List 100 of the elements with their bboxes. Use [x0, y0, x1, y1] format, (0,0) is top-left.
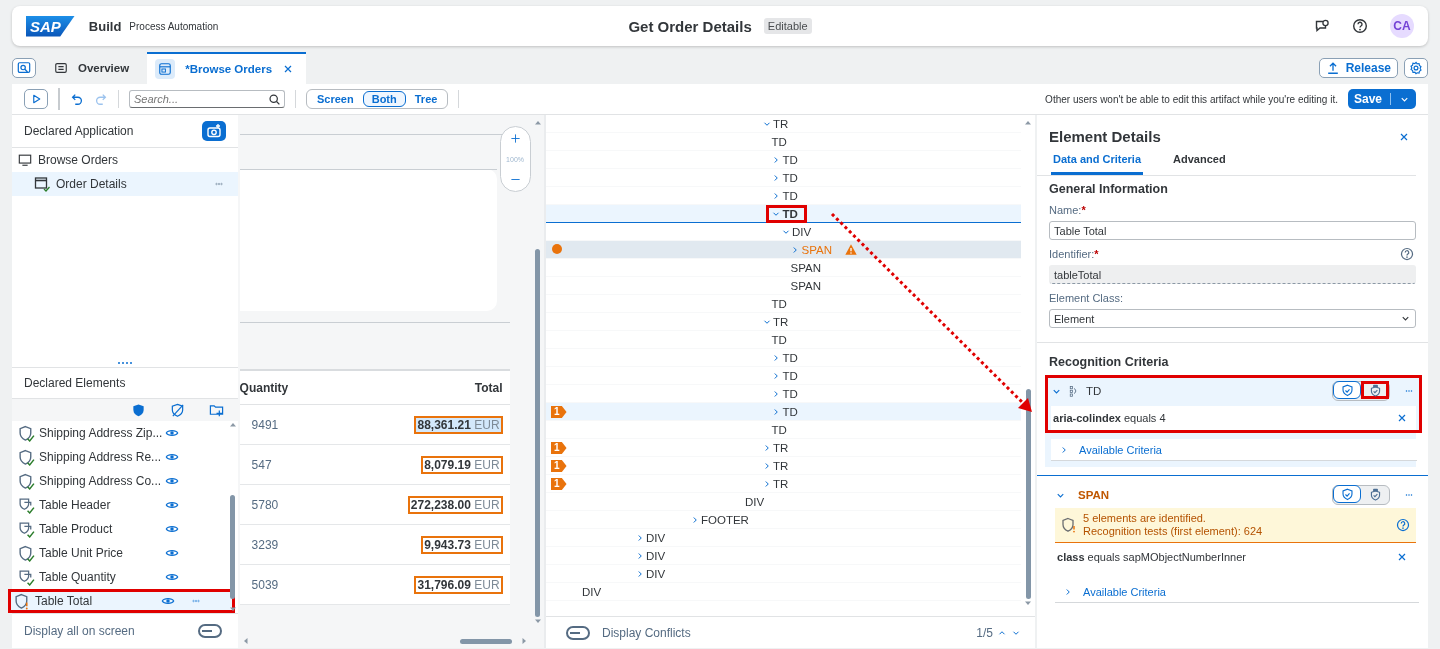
toggle-switch[interactable] — [565, 625, 590, 640]
remove-icon[interactable] — [1396, 551, 1408, 563]
tree-row[interactable]: 1 TD — [545, 403, 1021, 421]
tab[interactable]: *Browse Orders — [147, 52, 307, 84]
scrollbar-thumb[interactable] — [1025, 389, 1031, 599]
help-icon[interactable] — [1352, 18, 1368, 34]
badge-check-icon — [1368, 383, 1382, 397]
view-option[interactable]: Tree — [405, 91, 447, 107]
tree-node[interactable]: TR — [772, 315, 789, 328]
logo[interactable]: SAP — [26, 15, 75, 37]
list-item[interactable]: Table Product — [12, 517, 228, 541]
capture-button[interactable] — [201, 121, 226, 141]
mode-button[interactable] — [1333, 485, 1361, 503]
folder-plus-icon[interactable] — [208, 402, 224, 418]
search-field[interactable]: Search... — [129, 90, 285, 108]
tree-node[interactable]: TR — [772, 477, 789, 490]
inspect-button[interactable] — [12, 58, 36, 78]
scrollbar-thumb[interactable] — [535, 249, 541, 617]
tree-node[interactable]: DIV — [581, 585, 602, 598]
mode-button[interactable] — [1361, 381, 1389, 399]
tree-node[interactable]: DIV — [645, 567, 666, 580]
tree-node[interactable]: DIV — [791, 225, 812, 238]
more-icon[interactable] — [189, 597, 203, 605]
mode-button[interactable] — [1333, 381, 1361, 399]
search-icon — [268, 93, 281, 106]
tree-node[interactable]: TD — [782, 387, 798, 400]
redo-icon[interactable] — [94, 92, 108, 106]
help-icon[interactable] — [1400, 247, 1414, 261]
tree-node[interactable]: TD — [782, 369, 798, 382]
scrollbar-thumb[interactable] — [230, 495, 236, 599]
tree-node[interactable]: DIV — [744, 495, 765, 508]
shield-slash-icon[interactable] — [169, 402, 185, 418]
list-item[interactable]: Shipping Address Re... — [12, 445, 228, 469]
tree-node[interactable]: FOOTER — [700, 513, 749, 526]
tree-item[interactable]: Order Details — [12, 172, 238, 196]
camera-icon — [205, 123, 222, 139]
zoom-in-icon[interactable] — [509, 133, 521, 144]
conflict-badge: 1 — [550, 478, 567, 490]
run-button[interactable] — [24, 89, 48, 109]
status-badge: Editable — [763, 18, 812, 34]
view-option[interactable]: Both — [362, 91, 406, 107]
scroll-up-icon[interactable] — [533, 119, 542, 127]
tree-node[interactable]: TD — [771, 333, 787, 346]
section-title: Recognition Criteria — [1049, 355, 1170, 369]
tree-node[interactable]: DIV — [645, 549, 666, 562]
release-button[interactable]: Release — [1318, 58, 1398, 78]
resize-handle-icon[interactable] — [116, 361, 133, 365]
table-cell: 5039 — [251, 577, 279, 592]
table-cell: 3239 — [251, 537, 279, 552]
element-tag: SPAN — [1078, 489, 1110, 501]
input-field[interactable]: Table Total — [1049, 221, 1416, 240]
select-field[interactable]: Element — [1049, 309, 1416, 328]
settings-button[interactable] — [1404, 58, 1428, 78]
edit-notice: Other users won't be able to edit this artifact while you're editing it. — [1045, 93, 1338, 105]
tree-node[interactable]: TD — [771, 135, 787, 148]
tree-node[interactable]: TD — [782, 189, 798, 202]
scrollbar-thumb[interactable] — [459, 638, 512, 644]
list-item[interactable]: Table Total — [8, 589, 235, 613]
shield-icon[interactable] — [130, 402, 146, 418]
list-item[interactable]: Shipping Address Zip... — [12, 421, 228, 445]
toggle-switch[interactable] — [197, 624, 222, 638]
tree-node[interactable]: TR — [772, 441, 789, 454]
scroll-down-icon[interactable] — [533, 617, 542, 625]
chat-icon[interactable] — [1314, 18, 1330, 34]
tree-node[interactable]: TD — [771, 423, 787, 436]
close-icon[interactable] — [1398, 131, 1410, 143]
tree-node[interactable]: SPAN — [790, 261, 821, 274]
list-item[interactable]: Table Quantity — [12, 565, 228, 589]
scroll-down-icon[interactable] — [228, 605, 237, 613]
tree-node[interactable]: TR — [772, 117, 789, 130]
tree-node[interactable]: TD — [782, 405, 798, 418]
tree-item[interactable]: Browse Orders — [12, 148, 238, 172]
undo-icon[interactable] — [70, 92, 84, 106]
list-item[interactable]: Shipping Address Co... — [12, 469, 228, 493]
avatar[interactable]: CA — [1390, 14, 1414, 38]
tree-node[interactable]: TD — [782, 153, 798, 166]
tree-node[interactable]: TD — [771, 297, 787, 310]
tab[interactable]: Data and Criteria — [1051, 145, 1144, 175]
badge-check-icon — [1368, 487, 1382, 501]
tab[interactable]: Advanced — [1171, 145, 1228, 175]
save-button[interactable]: Save — [1347, 89, 1416, 109]
toggle-label: Display Conflicts — [601, 625, 691, 640]
remove-icon[interactable] — [1396, 412, 1408, 424]
shield-check-icon — [18, 424, 35, 442]
tab[interactable]: Overview — [42, 52, 142, 84]
tree-row[interactable]: TD — [545, 205, 1021, 223]
view-option[interactable]: Screen — [308, 91, 363, 107]
tree-node[interactable]: DIV — [645, 531, 666, 544]
list-item[interactable]: Table Header — [12, 493, 228, 517]
tree-node[interactable]: TD — [782, 351, 798, 364]
scroll-down-icon[interactable] — [1024, 599, 1032, 607]
shield-check-icon — [18, 448, 35, 466]
list-item[interactable]: Table Unit Price — [12, 541, 228, 565]
tree-node[interactable]: SPAN — [790, 279, 821, 292]
shield-check-icon — [1340, 487, 1354, 501]
tree-node[interactable]: TD — [782, 207, 798, 220]
tree-node[interactable]: TR — [772, 459, 789, 472]
tree-node[interactable]: TD — [782, 171, 798, 184]
scroll-up-icon[interactable] — [1024, 119, 1032, 127]
available-criteria-link[interactable]: Available Criteria — [1051, 439, 1417, 461]
